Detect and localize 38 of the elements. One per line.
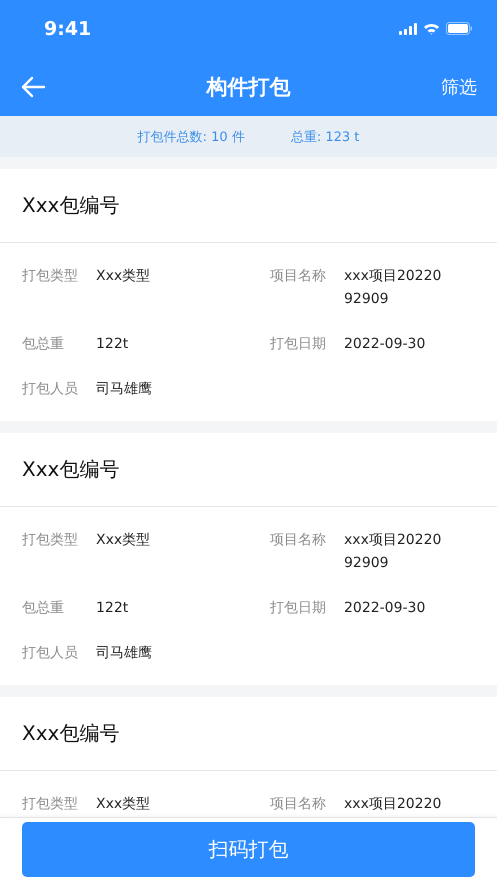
- package-title: Xxx包编号: [0, 697, 497, 771]
- field-label: 打包类型: [22, 531, 79, 550]
- signal-icon: [399, 22, 417, 34]
- back-button[interactable]: [20, 74, 46, 98]
- summary-text: 总重: 123 t: [290, 128, 360, 146]
- page-title: 构件打包: [204, 74, 292, 100]
- field-label: 打包人员: [22, 644, 79, 663]
- field-label: 项目名称: [270, 531, 327, 550]
- summary-text: 打包件总数: 10 件: [138, 128, 245, 146]
- field-value: 122t: [96, 335, 130, 354]
- field-label: 打包日期: [270, 599, 327, 618]
- field-value: 2022-09-30: [344, 335, 426, 354]
- field-label: 打包类型: [22, 795, 79, 814]
- wifi-icon: [423, 22, 440, 34]
- field-label: 包总重: [22, 335, 65, 354]
- package-card[interactable]: Xxx包编号 打包类型 Xxx类型 项目名称 xxx项目20220: [0, 697, 497, 817]
- field-label: 打包人员: [22, 380, 79, 399]
- field-value: Xxx类型: [96, 267, 152, 286]
- field-label: 打包日期: [270, 335, 327, 354]
- field-value: 司马雄鹰: [96, 380, 153, 399]
- status-time: 9:41: [44, 18, 92, 40]
- package-title: Xxx包编号: [0, 169, 497, 243]
- field-value: 司马雄鹰: [96, 644, 153, 663]
- field-value: Xxx类型: [96, 531, 152, 550]
- field-label: 包总重: [22, 599, 65, 618]
- field-value: 2022-09-30: [344, 599, 426, 618]
- field-label: 打包类型: [22, 267, 79, 286]
- field-label: 项目名称: [270, 267, 327, 286]
- field-label: 项目名称: [270, 795, 327, 814]
- battery-icon: [446, 22, 473, 35]
- package-card[interactable]: Xxx包编号 打包类型 Xxx类型 项目名称 xxx项目2022092909 包总重 122t 打包日期 2022-09-30 打包人员 司马雄鹰: [0, 169, 497, 421]
- field-value: xxx项目2022092909: [344, 531, 442, 573]
- field-value: xxx项目20220: [344, 795, 442, 814]
- field-value: 122t: [96, 599, 130, 618]
- package-card[interactable]: Xxx包编号 打包类型 Xxx类型 项目名称 xxx项目2022092909 包总重 122t 打包日期 2022-09-30 打包人员 司马雄鹰: [0, 433, 497, 685]
- field-value: Xxx类型: [96, 795, 152, 814]
- field-value: xxx项目2022092909: [344, 267, 442, 309]
- package-title: Xxx包编号: [0, 433, 497, 507]
